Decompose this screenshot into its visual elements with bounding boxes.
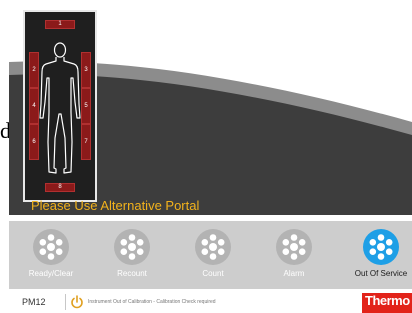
page-title: Out Of Calibration (205, 26, 366, 48)
portal-message: Please Use Alternative Portal (31, 198, 200, 213)
action-bar: Ready/Clear Recount Count Alarm Out Of S (9, 221, 412, 289)
ready-clear-icon (33, 229, 69, 265)
status-message: Instrument Out of Calibration - Calibrat… (88, 299, 216, 305)
status-divider (65, 294, 66, 310)
alarm-label: Alarm (283, 269, 305, 278)
status-panel: Out Of Calibration 1 2 3 4 5 6 7 8 Pleas… (9, 0, 412, 215)
alarm-icon (276, 229, 312, 265)
out-of-service-icon (363, 229, 399, 265)
out-of-service-label: Out Of Service (354, 269, 408, 278)
ready-clear-label: Ready/Clear (28, 269, 74, 278)
count-button[interactable]: Count (181, 221, 245, 289)
out-of-service-button[interactable]: Out Of Service (349, 221, 412, 289)
zone-indicator-8: 8 (45, 183, 75, 192)
alarm-button[interactable]: Alarm (262, 221, 326, 289)
count-icon (195, 229, 231, 265)
recount-button[interactable]: Recount (100, 221, 164, 289)
brand-logo: Thermo (362, 293, 412, 313)
brand-logo-text: Thermo (365, 293, 410, 308)
ready-clear-button[interactable]: Ready/Clear (19, 221, 83, 289)
zone-indicator-1: 1 (45, 20, 75, 29)
status-bar: PM12 Instrument Out of Calibration - Cal… (0, 291, 412, 313)
recount-label: Recount (117, 269, 147, 278)
portal-code: PM12 (22, 297, 46, 307)
human-figure-icon (39, 42, 81, 174)
recount-icon (114, 229, 150, 265)
app-screen: d Out Of Calibration 1 2 3 4 5 6 7 8 Ple… (0, 0, 412, 313)
power-icon[interactable] (69, 294, 85, 310)
count-label: Count (202, 269, 224, 278)
zone-display: 1 2 3 4 5 6 7 8 (23, 10, 97, 202)
